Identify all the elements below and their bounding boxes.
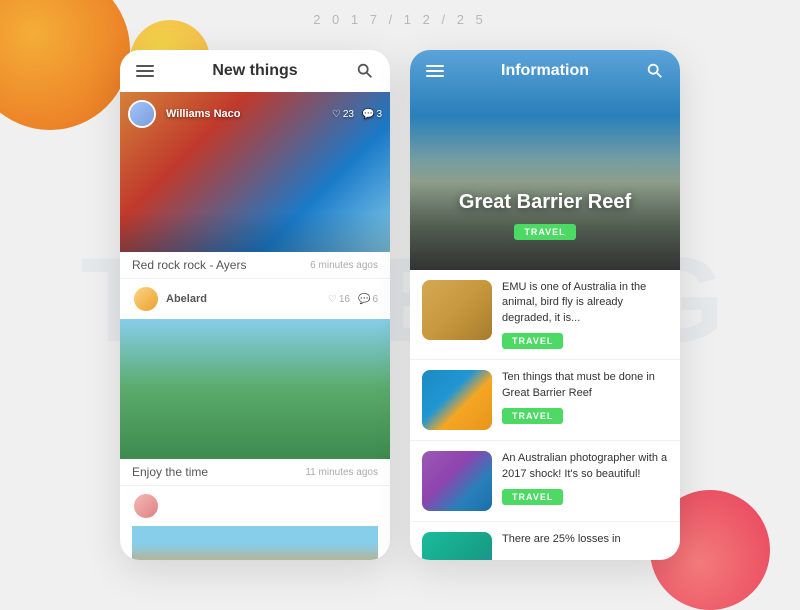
post-image-3 xyxy=(132,526,378,560)
news-title-1: EMU is one of Australia in the animal, b… xyxy=(502,280,668,326)
news-content-4: There are 25% losses in xyxy=(502,532,668,552)
comments-2: 💬6 xyxy=(358,294,378,305)
hamburger-menu-button[interactable] xyxy=(136,65,154,77)
post-title-2: Enjoy the time xyxy=(132,465,208,479)
news-title-2: Ten things that must be done in Great Ba… xyxy=(502,370,668,401)
likes-1: ♡23 xyxy=(332,109,354,120)
post-footer-2: Enjoy the time 11 minutes agos xyxy=(120,459,390,486)
post-meta-top-1: Williams Naco ♡23 💬3 xyxy=(128,100,382,128)
news-thumb-1 xyxy=(422,280,492,340)
news-list: EMU is one of Australia in the animal, b… xyxy=(410,270,680,560)
user-row-2: Abelard ♡16 💬6 xyxy=(120,279,390,313)
comments-1: 💬3 xyxy=(362,109,382,120)
bg-circle-orange xyxy=(0,0,130,130)
avatar-1 xyxy=(128,100,156,128)
avatar-3 xyxy=(132,492,160,520)
avatar-2 xyxy=(132,285,160,313)
cards-container: New things Williams Naco xyxy=(120,50,680,560)
post-stats-2: ♡16 💬6 xyxy=(328,294,378,305)
news-content-1: EMU is one of Australia in the animal, b… xyxy=(502,280,668,349)
news-title-4: There are 25% losses in xyxy=(502,532,668,547)
news-thumb-3 xyxy=(422,451,492,511)
post-stats-1: ♡23 💬3 xyxy=(332,109,382,120)
hero-title: Great Barrier Reef xyxy=(410,191,680,214)
news-thumb-4 xyxy=(422,532,492,560)
post-footer-1: Red rock rock - Ayers 6 minutes agos xyxy=(120,252,390,279)
information-card: Information Great Barrier Reef TRAVEL xyxy=(410,50,680,560)
likes-2: ♡16 xyxy=(328,294,350,305)
news-item-2[interactable]: Ten things that must be done in Great Ba… xyxy=(410,360,680,441)
news-item-4[interactable]: There are 25% losses in xyxy=(410,522,680,560)
news-content-3: An Australian photographer with a 2017 s… xyxy=(502,451,668,505)
right-card-title: Information xyxy=(501,62,589,80)
news-content-2: Ten things that must be done in Great Ba… xyxy=(502,370,668,424)
news-item-3[interactable]: An Australian photographer with a 2017 s… xyxy=(410,441,680,522)
hero-tag: TRAVEL xyxy=(514,224,575,240)
post-image-1: Williams Naco ♡23 💬3 xyxy=(120,92,390,252)
post-image-2 xyxy=(120,319,390,459)
date-header: 2 0 1 7 / 1 2 / 2 5 xyxy=(313,12,487,27)
news-tag-3: TRAVEL xyxy=(502,489,563,505)
news-tag-1: TRAVEL xyxy=(502,333,563,349)
user-row-3 xyxy=(132,492,378,520)
post-time-1: 6 minutes agos xyxy=(310,260,378,271)
info-search-button[interactable] xyxy=(646,62,664,80)
left-card-title: New things xyxy=(212,62,297,80)
new-things-card: New things Williams Naco xyxy=(120,50,390,560)
user-name-1: Williams Naco xyxy=(166,108,240,120)
news-title-3: An Australian photographer with a 2017 s… xyxy=(502,451,668,482)
search-button[interactable] xyxy=(356,62,374,80)
user-name-2: Abelard xyxy=(166,293,207,305)
post-item-3[interactable] xyxy=(120,486,390,560)
news-thumb-2 xyxy=(422,370,492,430)
hero-image: Information Great Barrier Reef TRAVEL xyxy=(410,50,680,270)
hero-overlay: Great Barrier Reef TRAVEL xyxy=(410,191,680,240)
post-item-1[interactable]: Williams Naco ♡23 💬3 Red rock rock - Aye… xyxy=(120,92,390,279)
right-card-header: Information xyxy=(410,50,680,92)
news-item-1[interactable]: EMU is one of Australia in the animal, b… xyxy=(410,270,680,360)
post-time-2: 11 minutes agos xyxy=(305,467,378,478)
post-title-1: Red rock rock - Ayers xyxy=(132,258,246,272)
left-card-header: New things xyxy=(120,50,390,92)
info-hamburger-button[interactable] xyxy=(426,65,444,77)
post-item-2[interactable]: Abelard ♡16 💬6 Enjoy the time 11 minutes… xyxy=(120,279,390,486)
news-tag-2: TRAVEL xyxy=(502,408,563,424)
